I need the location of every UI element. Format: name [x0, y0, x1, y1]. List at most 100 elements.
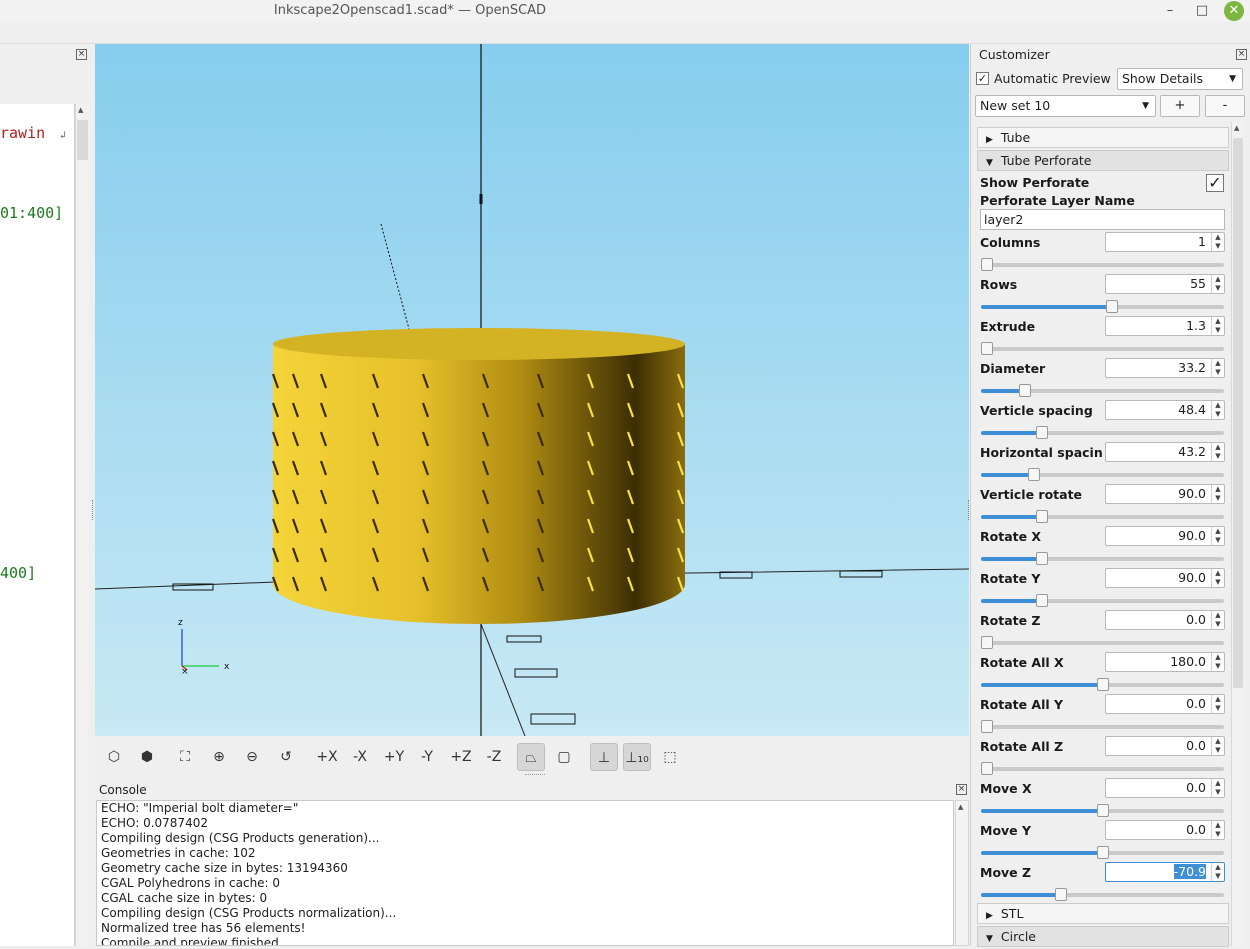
spin-arrows-icon[interactable]: ▲ ▼ — [1211, 695, 1224, 713]
param-spinbox[interactable]: 33.2 ▲ ▼ — [1105, 358, 1225, 378]
slider-handle[interactable] — [1055, 888, 1068, 901]
param-slider[interactable] — [981, 846, 1224, 859]
close-button[interactable]: ✕ — [1224, 1, 1244, 21]
param-slider[interactable] — [981, 258, 1224, 271]
slider-handle[interactable] — [1096, 678, 1109, 691]
param-slider[interactable] — [981, 384, 1224, 397]
view-back-button[interactable]: +Y — [380, 743, 408, 771]
3d-viewport[interactable]: z x × — [95, 44, 969, 736]
group-circle[interactable]: ▼ Circle — [977, 926, 1229, 947]
param-spinbox[interactable]: 0.0 ▲ ▼ — [1105, 736, 1225, 756]
param-spinbox[interactable]: 0.0 ▲ ▼ — [1105, 694, 1225, 714]
spin-arrows-icon[interactable]: ▲ ▼ — [1211, 317, 1224, 335]
param-spinbox[interactable]: -70.9 ▲ ▼ — [1105, 862, 1225, 882]
orthogonal-button[interactable]: ▢ — [550, 743, 578, 771]
param-slider[interactable] — [981, 510, 1224, 523]
details-select[interactable]: Show Details ▼ — [1117, 68, 1243, 90]
render-button[interactable]: ⬢ — [133, 743, 161, 771]
slider-handle[interactable] — [1035, 510, 1048, 523]
spin-arrows-icon[interactable]: ▲ ▼ — [1211, 401, 1224, 419]
param-slider[interactable] — [981, 888, 1224, 901]
add-preset-button[interactable]: + — [1160, 95, 1200, 117]
spin-arrows-icon[interactable]: ▲ ▼ — [1211, 527, 1224, 545]
param-spinbox[interactable]: 0.0 ▲ ▼ — [1105, 820, 1225, 840]
slider-handle[interactable] — [981, 258, 993, 271]
spin-arrows-icon[interactable]: ▲ ▼ — [1211, 443, 1224, 461]
group-tube[interactable]: ▶ Tube — [977, 127, 1229, 148]
spin-arrows-icon[interactable]: ▲ ▼ — [1211, 737, 1224, 755]
view-front-button[interactable]: -Y — [413, 743, 441, 771]
slider-handle[interactable] — [1028, 468, 1041, 481]
customizer-close-icon[interactable]: × — [1236, 49, 1247, 60]
param-spinbox[interactable]: 1 ▲ ▼ — [1105, 232, 1225, 252]
param-spinbox[interactable]: 90.0 ▲ ▼ — [1105, 484, 1225, 504]
slider-handle[interactable] — [981, 636, 993, 649]
param-slider[interactable] — [981, 552, 1224, 565]
show-perforate-checkbox[interactable]: ✓ — [1206, 174, 1224, 192]
param-spinbox[interactable]: 180.0 ▲ ▼ — [1105, 652, 1225, 672]
zoom-in-button[interactable]: ⊕ — [205, 743, 233, 771]
view-bottom-button[interactable]: -Z — [480, 743, 508, 771]
slider-handle[interactable] — [1096, 804, 1109, 817]
param-slider[interactable] — [981, 300, 1224, 313]
customizer-scrollbar[interactable]: ▲ — [1231, 122, 1244, 946]
param-spinbox[interactable]: 55 ▲ ▼ — [1105, 274, 1225, 294]
console-scrollbar[interactable]: ▲ — [955, 800, 969, 946]
param-spinbox[interactable]: 0.0 ▲ ▼ — [1105, 610, 1225, 630]
slider-handle[interactable] — [1018, 384, 1031, 397]
show-edges-button[interactable]: ⬚ — [656, 743, 684, 771]
perspective-button[interactable]: ⏢ — [517, 743, 545, 771]
splitter-handle[interactable] — [92, 500, 95, 520]
spin-arrows-icon[interactable]: ▲ ▼ — [1211, 275, 1224, 293]
param-slider[interactable] — [981, 594, 1224, 607]
spin-arrows-icon[interactable]: ▲ ▼ — [1211, 611, 1224, 629]
console-output[interactable]: ECHO: "Imperial bolt diameter=" ECHO: 0.0… — [96, 800, 954, 946]
slider-handle[interactable] — [1096, 846, 1109, 859]
slider-handle[interactable] — [981, 342, 993, 355]
param-spinbox[interactable]: 0.0 ▲ ▼ — [1105, 778, 1225, 798]
maximize-button[interactable]: □ — [1192, 1, 1212, 21]
slider-handle[interactable] — [1106, 300, 1119, 313]
param-slider[interactable] — [981, 804, 1224, 817]
param-spinbox[interactable]: 48.4 ▲ ▼ — [1105, 400, 1225, 420]
zoom-out-button[interactable]: ⊖ — [238, 743, 266, 771]
console-close-icon[interactable]: × — [956, 784, 967, 795]
group-tube-perforate[interactable]: ▼ Tube Perforate — [977, 150, 1229, 171]
remove-preset-button[interactable]: - — [1205, 95, 1245, 117]
reset-view-button[interactable]: ↺ — [272, 743, 300, 771]
param-slider[interactable] — [981, 720, 1224, 733]
view-all-button[interactable]: ⛶ — [171, 743, 199, 771]
spin-arrows-icon[interactable]: ▲ ▼ — [1211, 485, 1224, 503]
slider-handle[interactable] — [981, 720, 993, 733]
spin-arrows-icon[interactable]: ▲ ▼ — [1211, 233, 1224, 251]
spin-arrows-icon[interactable]: ▲ ▼ — [1211, 359, 1224, 377]
slider-handle[interactable] — [1035, 552, 1048, 565]
slider-handle[interactable] — [1035, 594, 1048, 607]
param-slider[interactable] — [981, 468, 1224, 481]
param-slider[interactable] — [981, 342, 1224, 355]
preview-button[interactable]: ⬡ — [100, 743, 128, 771]
param-slider[interactable] — [981, 426, 1224, 439]
param-spinbox[interactable]: 90.0 ▲ ▼ — [1105, 526, 1225, 546]
view-top-button[interactable]: +Z — [447, 743, 475, 771]
param-slider[interactable] — [981, 678, 1224, 691]
spin-arrows-icon[interactable]: ▲ ▼ — [1211, 653, 1224, 671]
slider-handle[interactable] — [1035, 426, 1048, 439]
toolbar-grip[interactable] — [525, 774, 545, 778]
param-spinbox[interactable]: 43.2 ▲ ▼ — [1105, 442, 1225, 462]
slider-handle[interactable] — [981, 762, 993, 775]
spin-arrows-icon[interactable]: ▲ ▼ — [1211, 779, 1224, 797]
param-slider[interactable] — [981, 762, 1224, 775]
show-scale-button[interactable]: ⊥₁₀ — [623, 743, 651, 771]
preset-select[interactable]: New set 10 ▼ — [975, 95, 1156, 117]
minimize-button[interactable]: – — [1160, 1, 1180, 21]
layer-name-input[interactable]: layer2 — [980, 209, 1225, 230]
editor-close-icon[interactable]: × — [76, 49, 87, 60]
editor-scrollbar[interactable]: ▲ — [75, 104, 89, 946]
code-editor[interactable]: rawin ↲ 01:400] 400] — [0, 104, 75, 946]
param-spinbox[interactable]: 90.0 ▲ ▼ — [1105, 568, 1225, 588]
show-axes-button[interactable]: ⊥ — [590, 743, 618, 771]
view-right-button[interactable]: +X — [313, 743, 341, 771]
view-left-button[interactable]: -X — [346, 743, 374, 771]
group-stl[interactable]: ▶ STL — [977, 903, 1229, 924]
